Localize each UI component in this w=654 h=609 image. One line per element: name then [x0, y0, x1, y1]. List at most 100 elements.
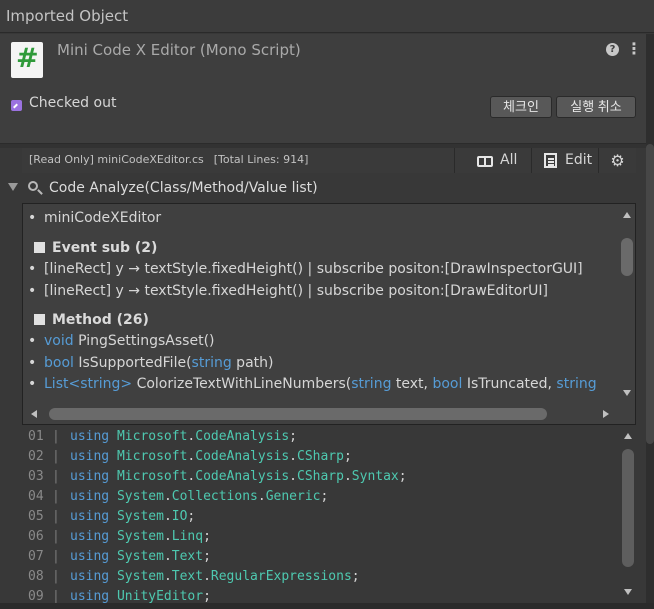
editor-toolbar: [Read Only] miniCodeXEditor.cs [Total Lin… — [22, 148, 636, 173]
edit-button[interactable]: Edit — [531, 148, 598, 173]
code-line[interactable]: 06 | using System.Linq; — [28, 529, 211, 544]
undo-checkout-button[interactable]: 실행 취소 — [556, 96, 636, 118]
help-icon[interactable]: ? — [606, 43, 619, 56]
vc-status-label: Checked out — [29, 95, 117, 111]
punctuation: . — [289, 469, 297, 484]
namespace-segment: IO — [171, 509, 188, 524]
line-number: 05 — [28, 509, 44, 524]
punctuation: ; — [203, 529, 211, 544]
line-number: 07 — [28, 549, 44, 564]
line-separator: | — [52, 449, 60, 464]
code-line[interactable]: 03 | using Microsoft.CodeAnalysis.CSharp.S… — [28, 469, 407, 484]
method-item[interactable]: • List<string> ColorizeTextWithLineNumber… — [28, 376, 597, 392]
code-line[interactable]: 05 | using System.IO; — [28, 509, 195, 524]
punctuation: ; — [320, 489, 329, 504]
code-view[interactable]: 01 | using Microsoft.CodeAnalysis; 02 | using… — [22, 427, 636, 609]
keyword: using — [70, 569, 117, 584]
namespace-segment: Text — [171, 549, 204, 564]
inspector-scrollbar[interactable] — [646, 34, 654, 609]
read-only-label: [Read Only] miniCodeXEditor.cs — [29, 153, 204, 166]
window-title: Imported Object — [6, 7, 129, 25]
namespace-segment: Microsoft — [116, 449, 188, 464]
line-number: 01 — [28, 429, 44, 444]
code-line[interactable]: 08 | using System.Text.RegularExpressions; — [28, 569, 360, 584]
punctuation: . — [163, 569, 172, 584]
namespace-segment: Collections — [171, 489, 258, 504]
scroll-up-arrow-icon[interactable] — [623, 212, 631, 218]
checkin-button[interactable]: 체크인 — [490, 96, 552, 118]
event-item[interactable]: • [lineRect] y → textStyle.fixedHeight() … — [28, 261, 583, 277]
document-icon — [544, 153, 557, 168]
namespace-segment: System — [116, 489, 164, 504]
event-section-header[interactable]: Event sub (2) — [34, 240, 157, 256]
line-number: 03 — [28, 469, 44, 484]
keyword: using — [70, 509, 117, 524]
namespace-segment: Syntax — [351, 469, 399, 484]
punctuation: . — [163, 509, 172, 524]
event-item[interactable]: • [lineRect] y → textStyle.fixedHeight() … — [28, 283, 548, 299]
foldout-triangle-icon[interactable] — [8, 183, 18, 191]
namespace-segment: RegularExpressions — [210, 569, 352, 584]
line-separator: | — [52, 549, 60, 564]
method-section-header[interactable]: Method (26) — [34, 312, 149, 328]
line-separator: | — [52, 569, 60, 584]
namespace-segment: System — [116, 569, 164, 584]
punctuation: . — [163, 549, 172, 564]
keyword: using — [70, 429, 117, 444]
section-square-icon — [34, 242, 45, 253]
line-number: 04 — [28, 489, 44, 504]
scroll-right-arrow-icon[interactable] — [603, 410, 609, 418]
code-line[interactable]: 01 | using Microsoft.CodeAnalysis; — [28, 429, 297, 444]
namespace-segment: System — [116, 549, 164, 564]
class-item[interactable]: • miniCodeXEditor — [28, 210, 161, 226]
code-analyze-foldout[interactable]: Code Analyze(Class/Method/Value list) — [8, 178, 628, 200]
scrollbar-thumb[interactable] — [621, 238, 633, 276]
view-all-button[interactable]: All — [454, 148, 531, 173]
code-line[interactable]: 04 | using System.Collections.Generic; — [28, 489, 328, 504]
scrollbar-thumb[interactable] — [49, 408, 547, 420]
book-icon — [477, 156, 493, 167]
punctuation: ; — [398, 469, 407, 484]
code-line[interactable]: 02 | using Microsoft.CodeAnalysis.CSharp; — [28, 449, 352, 464]
object-title: Mini Code X Editor (Mono Script) — [57, 41, 301, 59]
keyword: using — [70, 529, 117, 544]
code-line[interactable]: 07 | using System.Text; — [28, 549, 211, 564]
line-separator: | — [52, 509, 60, 524]
keyword: using — [70, 489, 117, 504]
punctuation: ; — [203, 549, 211, 564]
kebab-menu-icon[interactable]: ⋮ — [626, 40, 642, 58]
analyze-list: • miniCodeXEditor Event sub (2) • [lineRec… — [23, 204, 619, 404]
line-number: 09 — [28, 589, 44, 604]
analyze-horizontal-scrollbar[interactable] — [27, 407, 617, 421]
code-vertical-scrollbar[interactable] — [622, 431, 634, 607]
inspector-title-bar: Imported Object — [0, 0, 654, 33]
scroll-left-arrow-icon[interactable] — [31, 410, 37, 418]
namespace-segment: CodeAnalysis — [195, 449, 290, 464]
code-line[interactable]: 09 | using UnityEditor; — [28, 589, 211, 604]
keyword: using — [70, 469, 117, 484]
scroll-up-arrow-icon[interactable] — [624, 433, 632, 439]
line-separator: | — [52, 429, 60, 444]
analyze-panel: • miniCodeXEditor Event sub (2) • [lineRec… — [22, 203, 636, 425]
scroll-down-arrow-icon[interactable] — [623, 390, 631, 396]
line-number: 02 — [28, 449, 44, 464]
punctuation: . — [257, 489, 266, 504]
namespace-segment: CodeAnalysis — [195, 469, 290, 484]
scrollbar-thumb[interactable] — [646, 144, 654, 444]
version-control-icon — [11, 100, 22, 111]
section-square-icon — [34, 314, 45, 325]
punctuation: . — [289, 449, 297, 464]
namespace-segment: Microsoft — [116, 469, 188, 484]
method-item[interactable]: • void PingSettingsAsset() — [28, 333, 215, 349]
edit-label: Edit — [565, 152, 593, 168]
namespace-segment: CodeAnalysis — [195, 429, 290, 444]
scroll-down-arrow-icon[interactable] — [624, 589, 632, 595]
settings-gear-icon[interactable]: ⚙ — [598, 148, 636, 173]
line-number: 08 — [28, 569, 44, 584]
method-item[interactable]: • bool IsSupportedFile(string path) — [28, 355, 273, 371]
file-info: [Read Only] miniCodeXEditor.cs [Total Lin… — [29, 153, 308, 166]
search-icon — [28, 181, 38, 191]
line-separator: | — [52, 589, 60, 604]
analyze-vertical-scrollbar[interactable] — [621, 208, 633, 400]
scrollbar-thumb[interactable] — [622, 449, 634, 567]
